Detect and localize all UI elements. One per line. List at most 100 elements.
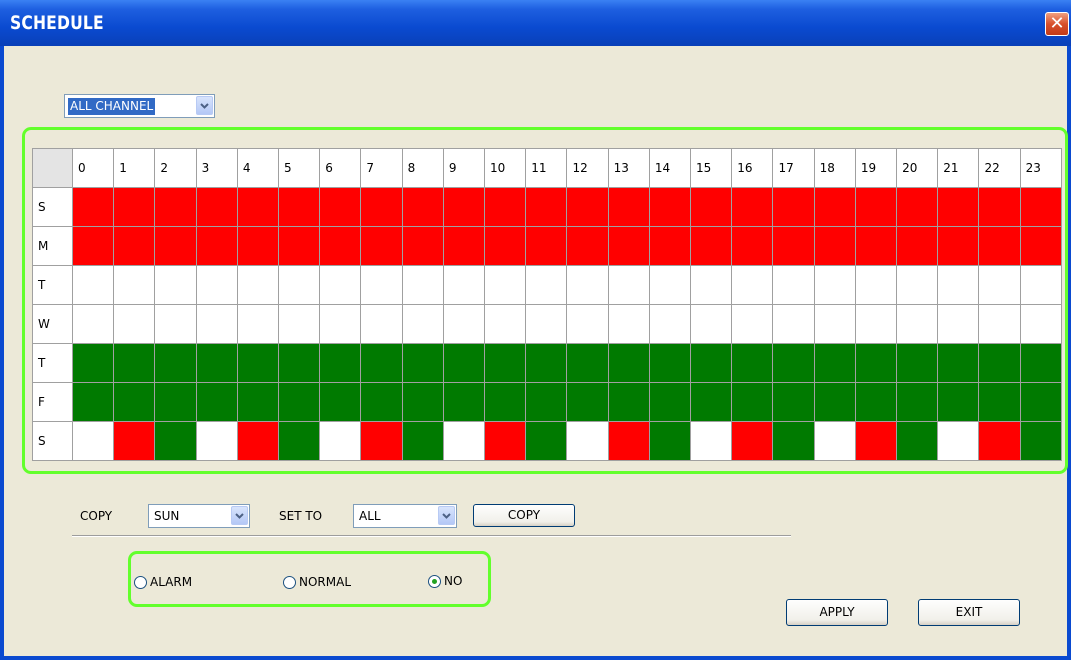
exit-button[interactable]: EXIT <box>918 599 1020 626</box>
schedule-cell[interactable] <box>854 421 898 461</box>
schedule-cell[interactable] <box>978 382 1021 422</box>
radio-circle-icon[interactable] <box>134 575 147 589</box>
schedule-cell[interactable] <box>690 265 733 305</box>
schedule-cell[interactable] <box>1019 304 1063 344</box>
schedule-cell[interactable] <box>854 265 898 305</box>
schedule-cell[interactable] <box>648 187 692 227</box>
schedule-cell[interactable] <box>896 187 939 227</box>
schedule-cell[interactable] <box>772 265 815 305</box>
radio-no[interactable]: NO <box>428 574 462 588</box>
schedule-cell[interactable] <box>484 304 527 344</box>
schedule-cell[interactable] <box>319 382 362 422</box>
schedule-cell[interactable] <box>525 382 568 422</box>
schedule-cell[interactable] <box>278 226 321 266</box>
schedule-cell[interactable] <box>525 187 568 227</box>
schedule-cell[interactable] <box>566 226 609 266</box>
schedule-cell[interactable] <box>1019 265 1063 305</box>
schedule-cell[interactable] <box>648 382 692 422</box>
schedule-cell[interactable] <box>195 421 238 461</box>
schedule-cell[interactable] <box>236 304 280 344</box>
chevron-down-icon[interactable] <box>196 96 213 115</box>
schedule-cell[interactable] <box>71 187 115 227</box>
schedule-cell[interactable] <box>113 382 156 422</box>
schedule-cell[interactable] <box>690 226 733 266</box>
schedule-cell[interactable] <box>442 226 486 266</box>
schedule-cell[interactable] <box>484 382 527 422</box>
schedule-cell[interactable] <box>113 421 156 461</box>
schedule-cell[interactable] <box>236 343 280 383</box>
schedule-cell[interactable] <box>1019 382 1063 422</box>
schedule-cell[interactable] <box>484 421 527 461</box>
schedule-cell[interactable] <box>978 265 1021 305</box>
schedule-cell[interactable] <box>1019 343 1063 383</box>
schedule-cell[interactable] <box>442 304 486 344</box>
schedule-cell[interactable] <box>978 187 1021 227</box>
schedule-cell[interactable] <box>154 304 197 344</box>
copy-from-select[interactable]: SUN <box>148 504 250 528</box>
schedule-cell[interactable] <box>360 226 403 266</box>
schedule-cell[interactable] <box>978 304 1021 344</box>
schedule-cell[interactable] <box>772 226 815 266</box>
copy-to-select[interactable]: ALL <box>353 504 457 528</box>
schedule-cell[interactable] <box>360 265 403 305</box>
radio-normal[interactable]: NORMAL <box>283 575 351 589</box>
schedule-cell[interactable] <box>319 343 362 383</box>
schedule-cell[interactable] <box>731 304 774 344</box>
schedule-cell[interactable] <box>690 187 733 227</box>
schedule-cell[interactable] <box>896 382 939 422</box>
schedule-cell[interactable] <box>278 382 321 422</box>
schedule-cell[interactable] <box>236 187 280 227</box>
schedule-cell[interactable] <box>442 265 486 305</box>
chevron-down-icon[interactable] <box>231 506 248 525</box>
schedule-cell[interactable] <box>113 304 156 344</box>
schedule-cell[interactable] <box>525 421 568 461</box>
schedule-cell[interactable] <box>525 304 568 344</box>
schedule-cell[interactable] <box>813 343 856 383</box>
schedule-cell[interactable] <box>854 226 898 266</box>
schedule-cell[interactable] <box>566 343 609 383</box>
close-button[interactable]: ✕ <box>1045 12 1069 36</box>
channel-select[interactable]: ALL CHANNEL <box>64 94 215 118</box>
schedule-cell[interactable] <box>896 226 939 266</box>
schedule-cell[interactable] <box>113 187 156 227</box>
schedule-cell[interactable] <box>813 304 856 344</box>
schedule-cell[interactable] <box>896 343 939 383</box>
schedule-cell[interactable] <box>484 265 527 305</box>
schedule-cell[interactable] <box>195 382 238 422</box>
schedule-cell[interactable] <box>566 382 609 422</box>
schedule-cell[interactable] <box>401 382 444 422</box>
schedule-cell[interactable] <box>195 265 238 305</box>
radio-circle-icon[interactable] <box>428 574 441 588</box>
schedule-cell[interactable] <box>978 226 1021 266</box>
schedule-cell[interactable] <box>195 304 238 344</box>
schedule-cell[interactable] <box>731 382 774 422</box>
schedule-cell[interactable] <box>442 343 486 383</box>
schedule-cell[interactable] <box>648 226 692 266</box>
schedule-cell[interactable] <box>731 343 774 383</box>
schedule-cell[interactable] <box>772 343 815 383</box>
schedule-cell[interactable] <box>854 382 898 422</box>
schedule-cell[interactable] <box>566 304 609 344</box>
schedule-cell[interactable] <box>319 304 362 344</box>
schedule-cell[interactable] <box>484 343 527 383</box>
schedule-cell[interactable] <box>772 187 815 227</box>
schedule-cell[interactable] <box>113 265 156 305</box>
schedule-cell[interactable] <box>1019 226 1063 266</box>
schedule-cell[interactable] <box>236 226 280 266</box>
schedule-cell[interactable] <box>360 382 403 422</box>
radio-circle-icon[interactable] <box>283 575 296 589</box>
schedule-cell[interactable] <box>978 421 1021 461</box>
schedule-cell[interactable] <box>442 187 486 227</box>
schedule-cell[interactable] <box>195 343 238 383</box>
schedule-cell[interactable] <box>648 421 692 461</box>
schedule-cell[interactable] <box>71 382 115 422</box>
schedule-cell[interactable] <box>937 304 980 344</box>
radio-alarm[interactable]: ALARM <box>134 575 192 589</box>
schedule-cell[interactable] <box>154 421 197 461</box>
schedule-cell[interactable] <box>360 343 403 383</box>
schedule-cell[interactable] <box>607 226 650 266</box>
schedule-cell[interactable] <box>813 187 856 227</box>
schedule-cell[interactable] <box>566 265 609 305</box>
schedule-cell[interactable] <box>442 421 486 461</box>
schedule-cell[interactable] <box>236 382 280 422</box>
